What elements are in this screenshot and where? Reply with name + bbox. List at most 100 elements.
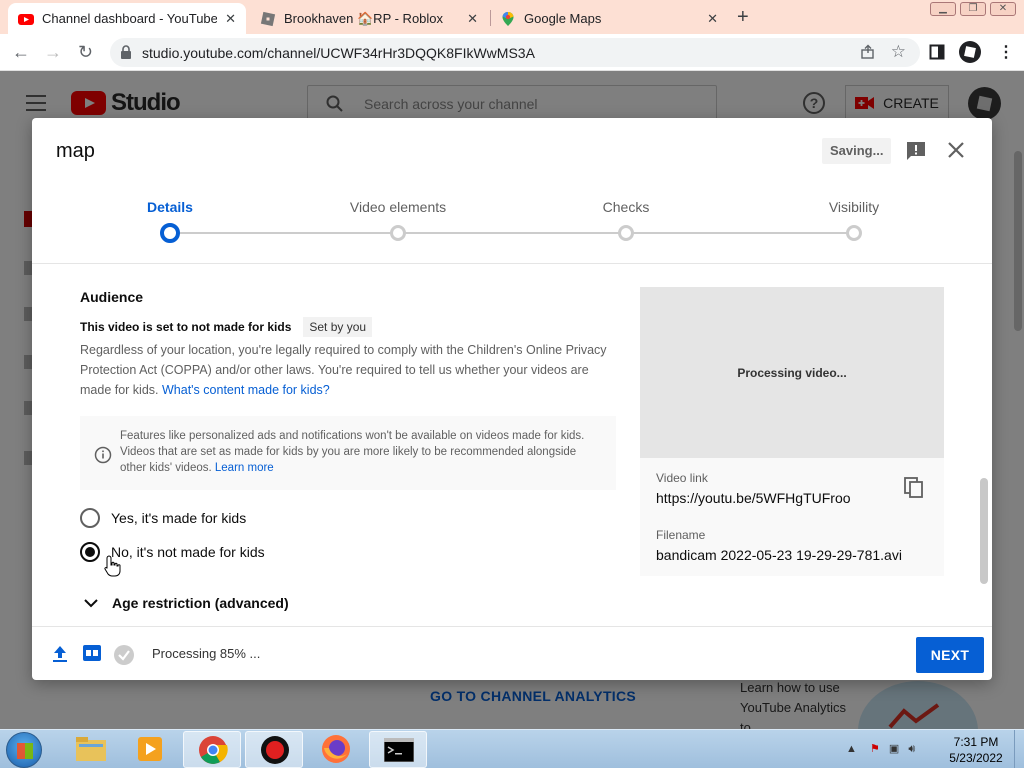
- browser-toolbar: ← → ↻ studio.youtube.com/channel/UCWF34r…: [0, 34, 1024, 71]
- taskbar-chrome[interactable]: [183, 731, 241, 768]
- taskbar-command-prompt[interactable]: [369, 731, 427, 768]
- stepper-track: [170, 232, 854, 234]
- filename-value: bandicam 2022-05-23 19-29-29-781.avi: [656, 547, 902, 563]
- radio-no-label[interactable]: No, it's not made for kids: [111, 544, 265, 560]
- made-for-kids-help-link[interactable]: What's content made for kids?: [162, 383, 330, 397]
- start-button[interactable]: [6, 732, 42, 768]
- tab-title: Brookhaven 🏠RP - Roblox: [284, 10, 444, 26]
- window-controls: ▁ ❐ ✕: [930, 2, 1016, 16]
- processing-status: Processing 85% ...: [152, 646, 261, 661]
- step-video-elements-dot[interactable]: [390, 225, 406, 241]
- step-checks-label[interactable]: Checks: [603, 199, 650, 215]
- audience-setting-text: This video is set to not made for kids: [80, 320, 292, 334]
- video-link-label: Video link: [656, 471, 708, 485]
- volume-icon[interactable]: 🔊︎: [908, 743, 915, 755]
- terminal-icon: [384, 738, 414, 762]
- age-restriction-label[interactable]: Age restriction (advanced): [112, 595, 289, 611]
- lock-icon: [121, 45, 131, 59]
- filename-label: Filename: [656, 528, 706, 542]
- processing-video-text: Processing video...: [737, 365, 847, 380]
- radio-no[interactable]: [80, 542, 100, 562]
- sidepanel-icon[interactable]: [929, 44, 945, 60]
- feedback-icon[interactable]: [906, 141, 926, 161]
- step-checks-dot[interactable]: [618, 225, 634, 241]
- audience-heading: Audience: [80, 289, 144, 305]
- tab-roblox[interactable]: Brookhaven 🏠RP - Roblox ✕: [250, 3, 488, 34]
- step-details-dot[interactable]: [160, 223, 180, 243]
- taskbar-explorer[interactable]: [62, 731, 120, 768]
- kids-info-body: Features like personalized ads and notif…: [120, 430, 585, 474]
- forward-arrow-icon[interactable]: →: [44, 42, 62, 63]
- coppa-description: Regardless of your location, you're lega…: [80, 340, 610, 400]
- minimize-button[interactable]: ▁: [930, 2, 956, 16]
- kebab-menu-icon[interactable]: ⋮: [998, 42, 1014, 62]
- tab-close-icon[interactable]: ✕: [225, 11, 236, 27]
- maps-pin-icon: [502, 11, 514, 26]
- kids-info-text: Features like personalized ads and notif…: [120, 428, 600, 476]
- video-thumbnail-placeholder: Processing video...: [640, 287, 944, 458]
- hd-processing-icon: [83, 645, 101, 661]
- youtube-icon: [18, 13, 34, 25]
- taskbar-bandicam[interactable]: [245, 731, 303, 768]
- upload-details-dialog: map Saving... Details Video elements Che…: [32, 118, 992, 680]
- profile-avatar[interactable]: [959, 41, 981, 63]
- next-button[interactable]: NEXT: [916, 637, 984, 673]
- radio-yes-label[interactable]: Yes, it's made for kids: [111, 510, 246, 526]
- record-icon: [261, 736, 289, 764]
- media-player-icon: [138, 737, 162, 761]
- set-by-you-badge: Set by you: [303, 317, 373, 337]
- share-icon[interactable]: [860, 44, 876, 60]
- learn-more-link[interactable]: Learn more: [215, 462, 274, 474]
- back-arrow-icon[interactable]: ←: [12, 42, 30, 63]
- restore-button[interactable]: ❐: [960, 2, 986, 16]
- system-clock[interactable]: 7:31 PM 5/23/2022: [940, 734, 1012, 766]
- step-visibility-dot[interactable]: [846, 225, 862, 241]
- dialog-title: map: [56, 140, 95, 162]
- taskbar-firefox[interactable]: [307, 731, 365, 768]
- tab-title: Google Maps: [524, 11, 602, 26]
- tray-expand-icon[interactable]: ▲: [846, 743, 857, 755]
- checks-complete-icon: [114, 645, 134, 665]
- copy-icon[interactable]: [904, 477, 924, 499]
- new-tab-button[interactable]: +: [737, 6, 749, 29]
- video-link[interactable]: https://youtu.be/5WFHgTUFroo: [656, 490, 851, 506]
- browser-tab-bar: Channel dashboard - YouTube St ✕ Brookha…: [0, 0, 1024, 34]
- made-for-kids-yes-option[interactable]: Yes, it's made for kids: [80, 508, 246, 528]
- step-visibility-label[interactable]: Visibility: [829, 199, 879, 215]
- upload-icon: [53, 646, 67, 662]
- tab-title: Channel dashboard - YouTube St: [42, 11, 218, 26]
- clock-date: 5/23/2022: [949, 751, 1003, 765]
- url-text: studio.youtube.com/channel/UCWF34rHr3DQQ…: [142, 45, 535, 61]
- roblox-icon: [260, 11, 276, 26]
- step-details-label[interactable]: Details: [147, 199, 193, 215]
- action-center-flag-icon[interactable]: ⚑: [870, 743, 880, 755]
- bookmark-star-icon[interactable]: ☆: [891, 42, 906, 62]
- address-bar[interactable]: studio.youtube.com/channel/UCWF34rHr3DQQ…: [110, 38, 920, 67]
- dialog-footer: Processing 85% ... NEXT: [32, 626, 992, 680]
- tab-google-maps[interactable]: Google Maps ✕: [490, 3, 728, 34]
- dialog-scrollbar[interactable]: [980, 478, 988, 584]
- step-video-elements-label[interactable]: Video elements: [350, 199, 446, 215]
- taskbar-media-player[interactable]: [122, 731, 180, 768]
- show-desktop-button[interactable]: [1014, 730, 1024, 768]
- tab-close-icon[interactable]: ✕: [707, 11, 718, 27]
- details-scroll-area[interactable]: Audience This video is set to not made f…: [32, 264, 992, 626]
- radio-yes[interactable]: [80, 508, 100, 528]
- reload-icon[interactable]: ↻: [78, 42, 93, 63]
- clock-time: 7:31 PM: [953, 735, 999, 749]
- tab-youtube-studio[interactable]: Channel dashboard - YouTube St ✕: [8, 3, 246, 34]
- window-close-button[interactable]: ✕: [990, 2, 1016, 16]
- folder-icon: [76, 737, 106, 761]
- hand-cursor-icon: [104, 555, 121, 577]
- info-icon: [94, 446, 112, 464]
- network-icon[interactable]: ▣: [889, 743, 899, 755]
- saving-status-badge: Saving...: [822, 138, 892, 164]
- tab-close-icon[interactable]: ✕: [467, 11, 478, 27]
- upload-stepper: Details Video elements Checks Visibility: [32, 182, 992, 264]
- age-restriction-toggle[interactable]: Age restriction (advanced): [84, 595, 289, 611]
- kids-info-box: Features like personalized ads and notif…: [80, 416, 616, 490]
- audience-setting-line: This video is set to not made for kids S…: [80, 317, 373, 337]
- close-icon[interactable]: [946, 140, 966, 160]
- video-preview-card: Processing video... Video link https://y…: [640, 287, 944, 576]
- windows-taskbar: ▲ ⚑ ▣ 🔊︎ 7:31 PM 5/23/2022: [0, 729, 1024, 768]
